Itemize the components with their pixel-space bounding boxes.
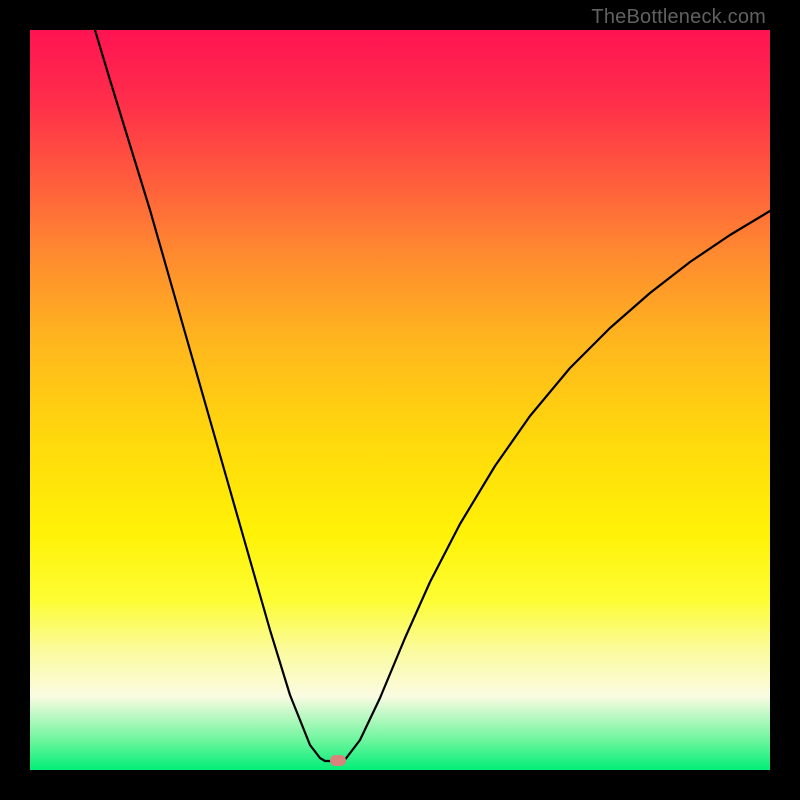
chart-outer-frame: TheBottleneck.com [0, 0, 800, 800]
minimum-marker [330, 755, 346, 766]
watermark-text: TheBottleneck.com [591, 6, 766, 29]
curve-path [95, 30, 770, 761]
chart-plot-area [30, 30, 770, 770]
curve-svg [30, 30, 770, 770]
